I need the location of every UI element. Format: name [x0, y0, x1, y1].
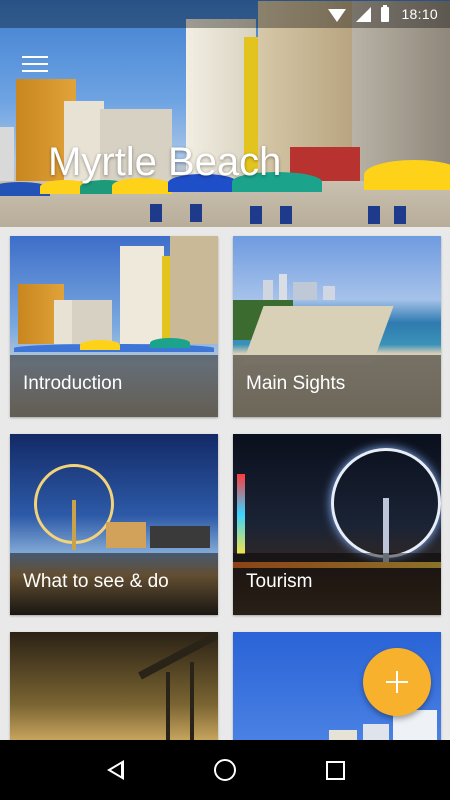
card-label: Tourism: [233, 553, 441, 615]
back-button[interactable]: [95, 750, 135, 790]
wifi-icon: [328, 8, 347, 22]
plus-icon: [386, 671, 408, 693]
card-label: Main Sights: [233, 355, 441, 417]
hero-header-image: Myrtle Beach: [0, 0, 450, 227]
back-icon: [106, 760, 124, 780]
card-tourism[interactable]: Tourism: [233, 434, 441, 615]
recents-icon: [325, 760, 345, 780]
home-icon: [214, 759, 236, 781]
add-fab-button[interactable]: [363, 648, 431, 716]
card-label: What to see & do: [10, 553, 218, 615]
card-what-to-see-and-do[interactable]: What to see & do: [10, 434, 218, 615]
navigation-bar: [0, 740, 450, 800]
card-introduction[interactable]: Introduction: [10, 236, 218, 417]
card-main-sights[interactable]: Main Sights: [233, 236, 441, 417]
battery-icon: [381, 4, 390, 22]
card-label: Introduction: [10, 355, 218, 417]
home-button[interactable]: [205, 750, 245, 790]
page-title: Myrtle Beach: [48, 140, 282, 184]
signal-icon: [356, 6, 372, 22]
recents-button[interactable]: [315, 750, 355, 790]
status-bar: 18:10: [0, 0, 450, 28]
status-time: 18:10: [401, 6, 438, 22]
menu-icon[interactable]: [22, 56, 48, 74]
